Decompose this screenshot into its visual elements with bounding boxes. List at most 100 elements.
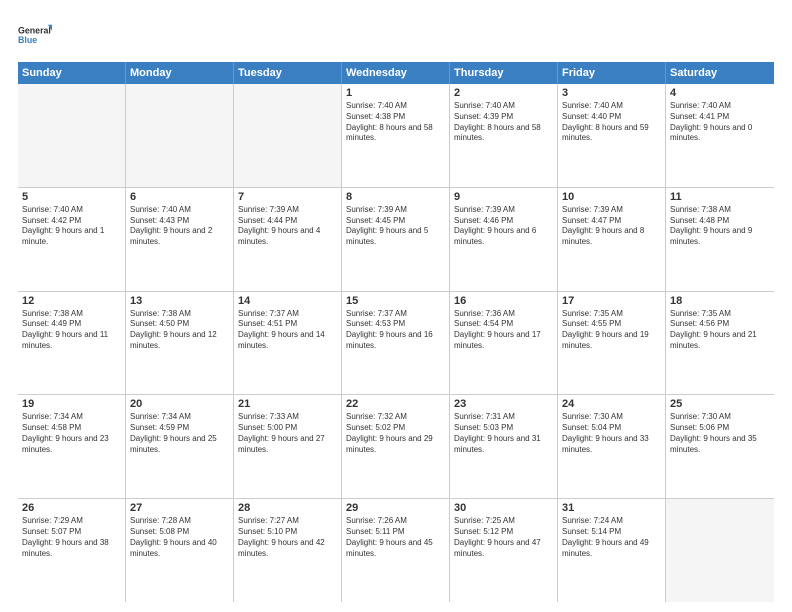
logo: General Blue [18,18,52,52]
day-number: 8 [346,191,445,203]
header-cell-thursday: Thursday [450,62,558,84]
day-info: Sunrise: 7:28 AM Sunset: 5:08 PM Dayligh… [130,516,229,559]
calendar-row-2: 12 Sunrise: 7:38 AM Sunset: 4:49 PM Dayli… [18,292,774,396]
day-cell-21: 21 Sunrise: 7:33 AM Sunset: 5:00 PM Dayli… [234,395,342,498]
day-cell-20: 20Sunrise: 7:34 AM Sunset: 4:59 PM Dayli… [126,395,234,498]
day-info: Sunrise: 7:30 AM Sunset: 5:06 PM Dayligh… [670,412,770,455]
header-cell-tuesday: Tuesday [234,62,342,84]
day-cell-4: 4Sunrise: 7:40 AM Sunset: 4:41 PM Daylig… [666,84,774,187]
day-number: 18 [670,295,770,307]
day-cell-26: 26 Sunrise: 7:29 AM Sunset: 5:07 PM Dayli… [18,499,126,602]
svg-text:General: General [18,26,51,36]
calendar: SundayMondayTuesdayWednesdayThursdayFrid… [18,62,774,602]
day-info: Sunrise: 7:37 AM Sunset: 4:51 PM Dayligh… [238,309,337,352]
day-number: 26 [22,502,121,514]
calendar-row-1: 5 Sunrise: 7:40 AM Sunset: 4:42 PM Daylig… [18,188,774,292]
header-cell-sunday: Sunday [18,62,126,84]
day-number: 5 [22,191,121,203]
day-number: 6 [130,191,229,203]
day-number: 3 [562,87,661,99]
day-cell-16: 16Sunrise: 7:36 AM Sunset: 4:54 PM Dayli… [450,292,558,395]
day-cell-19: 19 Sunrise: 7:34 AM Sunset: 4:58 PM Dayli… [18,395,126,498]
day-cell-13: 13 Sunrise: 7:38 AM Sunset: 4:50 PM Dayli… [126,292,234,395]
day-cell-8: 8Sunrise: 7:39 AM Sunset: 4:45 PM Daylig… [342,188,450,291]
calendar-header-row: SundayMondayTuesdayWednesdayThursdayFrid… [18,62,774,84]
day-number: 31 [562,502,661,514]
day-cell-28: 28 Sunrise: 7:27 AM Sunset: 5:10 PM Dayli… [234,499,342,602]
day-number: 22 [346,398,445,410]
day-number: 15 [346,295,445,307]
day-number: 19 [22,398,121,410]
day-info: Sunrise: 7:31 AM Sunset: 5:03 PM Dayligh… [454,412,553,455]
day-cell-17: 17 Sunrise: 7:35 AM Sunset: 4:55 PM Dayli… [558,292,666,395]
day-cell-10: 10Sunrise: 7:39 AM Sunset: 4:47 PM Dayli… [558,188,666,291]
day-number: 9 [454,191,553,203]
day-info: Sunrise: 7:33 AM Sunset: 5:00 PM Dayligh… [238,412,337,455]
day-cell-25: 25Sunrise: 7:30 AM Sunset: 5:06 PM Dayli… [666,395,774,498]
empty-cell-0-0 [18,84,126,187]
calendar-row-3: 19 Sunrise: 7:34 AM Sunset: 4:58 PM Dayli… [18,395,774,499]
day-info: Sunrise: 7:34 AM Sunset: 4:58 PM Dayligh… [22,412,121,455]
day-info: Sunrise: 7:40 AM Sunset: 4:40 PM Dayligh… [562,101,661,144]
day-number: 12 [22,295,121,307]
day-info: Sunrise: 7:40 AM Sunset: 4:38 PM Dayligh… [346,101,445,144]
day-number: 1 [346,87,445,99]
header-cell-monday: Monday [126,62,234,84]
day-cell-29: 29 Sunrise: 7:26 AM Sunset: 5:11 PM Dayli… [342,499,450,602]
day-info: Sunrise: 7:32 AM Sunset: 5:02 PM Dayligh… [346,412,445,455]
day-info: Sunrise: 7:29 AM Sunset: 5:07 PM Dayligh… [22,516,121,559]
calendar-row-4: 26 Sunrise: 7:29 AM Sunset: 5:07 PM Dayli… [18,499,774,602]
day-number: 16 [454,295,553,307]
day-cell-12: 12 Sunrise: 7:38 AM Sunset: 4:49 PM Dayli… [18,292,126,395]
day-info: Sunrise: 7:27 AM Sunset: 5:10 PM Dayligh… [238,516,337,559]
day-info: Sunrise: 7:40 AM Sunset: 4:42 PM Dayligh… [22,205,121,248]
day-info: Sunrise: 7:37 AM Sunset: 4:53 PM Dayligh… [346,309,445,352]
day-cell-15: 15 Sunrise: 7:37 AM Sunset: 4:53 PM Dayli… [342,292,450,395]
day-info: Sunrise: 7:38 AM Sunset: 4:48 PM Dayligh… [670,205,770,248]
day-cell-2: 2Sunrise: 7:40 AM Sunset: 4:39 PM Daylig… [450,84,558,187]
svg-text:Blue: Blue [18,35,37,45]
day-info: Sunrise: 7:39 AM Sunset: 4:46 PM Dayligh… [454,205,553,248]
day-cell-22: 22 Sunrise: 7:32 AM Sunset: 5:02 PM Dayli… [342,395,450,498]
day-cell-11: 11Sunrise: 7:38 AM Sunset: 4:48 PM Dayli… [666,188,774,291]
header: General Blue [18,18,774,52]
day-cell-6: 6Sunrise: 7:40 AM Sunset: 4:43 PM Daylig… [126,188,234,291]
day-number: 17 [562,295,661,307]
day-number: 24 [562,398,661,410]
day-info: Sunrise: 7:25 AM Sunset: 5:12 PM Dayligh… [454,516,553,559]
day-cell-31: 31Sunrise: 7:24 AM Sunset: 5:14 PM Dayli… [558,499,666,602]
day-number: 27 [130,502,229,514]
day-cell-7: 7 Sunrise: 7:39 AM Sunset: 4:44 PM Daylig… [234,188,342,291]
day-cell-23: 23 Sunrise: 7:31 AM Sunset: 5:03 PM Dayli… [450,395,558,498]
day-cell-27: 27 Sunrise: 7:28 AM Sunset: 5:08 PM Dayli… [126,499,234,602]
day-number: 4 [670,87,770,99]
day-info: Sunrise: 7:35 AM Sunset: 4:55 PM Dayligh… [562,309,661,352]
day-cell-1: 1 Sunrise: 7:40 AM Sunset: 4:38 PM Daylig… [342,84,450,187]
day-info: Sunrise: 7:39 AM Sunset: 4:44 PM Dayligh… [238,205,337,248]
day-cell-3: 3 Sunrise: 7:40 AM Sunset: 4:40 PM Daylig… [558,84,666,187]
day-cell-9: 9 Sunrise: 7:39 AM Sunset: 4:46 PM Daylig… [450,188,558,291]
day-cell-18: 18 Sunrise: 7:35 AM Sunset: 4:56 PM Dayli… [666,292,774,395]
day-cell-14: 14 Sunrise: 7:37 AM Sunset: 4:51 PM Dayli… [234,292,342,395]
empty-cell-0-1 [126,84,234,187]
day-info: Sunrise: 7:26 AM Sunset: 5:11 PM Dayligh… [346,516,445,559]
header-cell-wednesday: Wednesday [342,62,450,84]
day-cell-5: 5 Sunrise: 7:40 AM Sunset: 4:42 PM Daylig… [18,188,126,291]
day-info: Sunrise: 7:39 AM Sunset: 4:47 PM Dayligh… [562,205,661,248]
day-number: 7 [238,191,337,203]
day-number: 13 [130,295,229,307]
day-number: 21 [238,398,337,410]
header-cell-saturday: Saturday [666,62,774,84]
day-info: Sunrise: 7:38 AM Sunset: 4:50 PM Dayligh… [130,309,229,352]
day-number: 14 [238,295,337,307]
day-info: Sunrise: 7:38 AM Sunset: 4:49 PM Dayligh… [22,309,121,352]
day-cell-30: 30Sunrise: 7:25 AM Sunset: 5:12 PM Dayli… [450,499,558,602]
day-number: 28 [238,502,337,514]
day-number: 23 [454,398,553,410]
header-cell-friday: Friday [558,62,666,84]
day-number: 29 [346,502,445,514]
empty-cell-4-6 [666,499,774,602]
day-info: Sunrise: 7:34 AM Sunset: 4:59 PM Dayligh… [130,412,229,455]
day-info: Sunrise: 7:35 AM Sunset: 4:56 PM Dayligh… [670,309,770,352]
generalblue-logo-icon: General Blue [18,18,52,52]
